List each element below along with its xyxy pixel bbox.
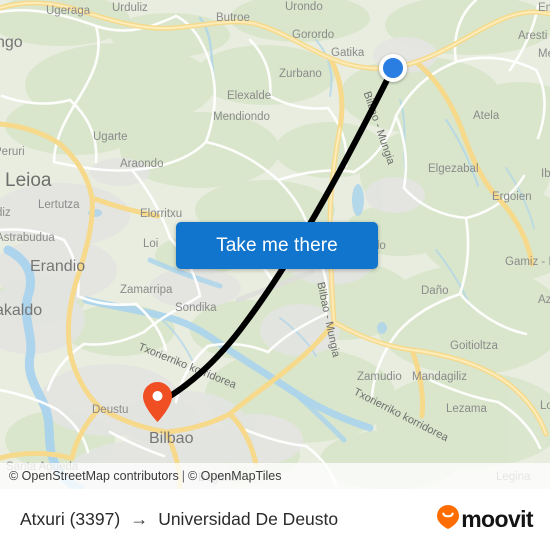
map-road-label: Txorierriko korridorea: [351, 386, 451, 445]
map-place-label: Aresti: [518, 30, 548, 42]
map-place-label: Goitioltza: [450, 340, 498, 352]
map-place-label: Erandio: [30, 258, 86, 275]
map-road-label: Txorierriko korridorea: [136, 341, 238, 392]
trip-summary: Atxuri (3397) → Universidad De Deusto: [20, 509, 338, 530]
map-road-label: Bilbao - Mungia: [360, 90, 397, 167]
map-place-label: Bilbao: [149, 430, 194, 447]
arrow-right-icon: →: [130, 509, 149, 529]
map-place-label: Emerando: [538, 2, 550, 14]
map-place-label: Ergoien: [492, 191, 532, 203]
map-place-label: Gorordo: [292, 29, 335, 41]
trip-footer-bar: Atxuri (3397) → Universidad De Deusto mo…: [0, 489, 550, 550]
map-place-label: Ugarte: [93, 131, 128, 143]
map-place-label: Lo: [540, 400, 550, 412]
map-place-label: Mendiondo: [213, 111, 270, 123]
map-place-label: diz: [0, 207, 11, 219]
osm-attribution-link[interactable]: © OpenStreetMap contributors: [9, 469, 179, 483]
map-place-label: Peruri: [0, 146, 25, 158]
map-viewport[interactable]: Ugeraga Urduliz Butroe Urondo Gorordo Emerand…: [0, 0, 550, 489]
map-place-label: Araondo: [120, 158, 164, 170]
map-place-label: akaldo: [0, 302, 43, 319]
moovit-wordmark: moovit: [461, 506, 533, 532]
take-me-there-button[interactable]: Take me there: [176, 222, 378, 269]
map-place-label: ngo: [0, 34, 23, 51]
map-place-label: Zamudio: [357, 371, 402, 383]
map-place-label: Urduliz: [112, 2, 148, 14]
map-place-label: Lertutza: [38, 199, 80, 211]
moovit-logo[interactable]: moovit: [437, 505, 534, 534]
map-place-label: Azi: [538, 294, 550, 306]
openmaptiles-attribution-link[interactable]: © OpenMapTiles: [188, 469, 282, 483]
map-place-label: Ugeraga: [46, 5, 91, 17]
map-place-label: Mendi: [538, 48, 550, 60]
trip-origin-label: Atxuri (3397): [20, 509, 121, 529]
map-road-label: Bilbao - Mungia: [314, 281, 342, 359]
map-place-label: Daño: [421, 285, 449, 297]
trip-destination-label: Universidad De Deusto: [158, 509, 339, 529]
map-attribution: © OpenStreetMap contributors | © OpenMapTi…: [0, 463, 550, 489]
attribution-separator: |: [181, 469, 185, 483]
map-place-label: Loi: [143, 238, 159, 250]
map-place-label: Lezama: [446, 403, 487, 415]
map-place-label: Leioa: [5, 170, 52, 191]
map-place-label: Deustu: [92, 404, 129, 416]
map-place-label: Elorritxu: [140, 208, 183, 220]
map-place-label: Ib: [541, 168, 550, 180]
map-place-label: Atela: [473, 110, 500, 122]
map-place-label: Elexalde: [227, 90, 272, 102]
map-place-label: Butroe: [216, 12, 250, 24]
map-place-label: Gamiz - F: [505, 256, 550, 268]
map-place-label: Mandagiliz: [412, 371, 467, 383]
map-place-label: Sondika: [175, 302, 217, 314]
map-place-label: Elgezabal: [428, 163, 479, 175]
map-place-label: Urondo: [285, 1, 323, 13]
map-place-label: Gatika: [331, 47, 365, 59]
map-place-label: Zamarripa: [120, 284, 173, 296]
map-place-label: Astrabudua: [0, 232, 55, 244]
moovit-pin-icon: [437, 505, 460, 534]
moovit-map-share-card: Ugeraga Urduliz Butroe Urondo Gorordo Emerand…: [0, 0, 550, 550]
map-place-label: Zurbano: [279, 68, 322, 80]
